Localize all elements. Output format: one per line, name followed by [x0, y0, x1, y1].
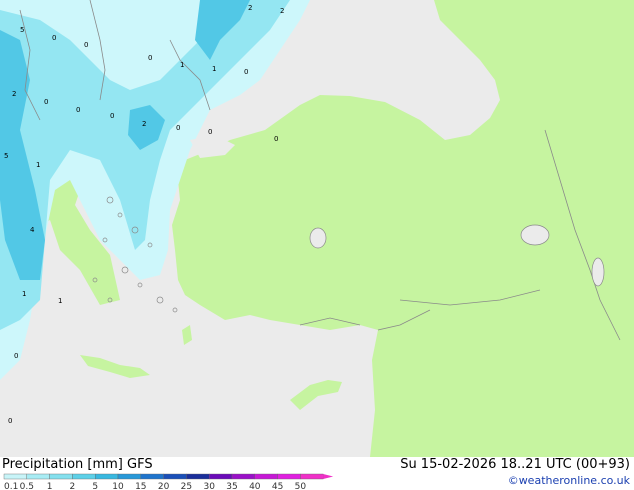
- legend-label: 20: [158, 482, 170, 490]
- legend-swatch: [117, 473, 141, 480]
- legend-swatch: [186, 473, 210, 480]
- precip-label: 1: [180, 61, 184, 69]
- lake-van: [520, 224, 550, 246]
- precip-label: 0: [208, 128, 212, 136]
- legend-swatch: [254, 473, 278, 480]
- legend-label: 25: [181, 482, 192, 490]
- precip-label: 2: [280, 7, 284, 15]
- precip-label: 2: [12, 90, 16, 98]
- precip-label: 1: [36, 161, 40, 169]
- legend-label: 40: [249, 482, 261, 490]
- precip-label: 2: [142, 120, 146, 128]
- legend-swatch: [3, 473, 27, 480]
- legend-label: 0.1: [4, 482, 18, 490]
- legend-label: 45: [272, 482, 283, 490]
- legend-arrow: [323, 474, 334, 479]
- precip-label: 1: [22, 290, 26, 298]
- precip-label: 0: [8, 417, 12, 425]
- precip-label: 0: [148, 54, 152, 62]
- precip-label: 0: [84, 41, 88, 49]
- legend-label: 10: [112, 482, 124, 490]
- legend-swatch: [140, 473, 164, 480]
- precip-label: 0: [14, 352, 18, 360]
- precip-label: 2: [248, 4, 252, 12]
- legend-label: 30: [203, 482, 215, 490]
- precip-label: 0: [110, 112, 114, 120]
- legend-swatch: [49, 473, 73, 480]
- precip-label: 4: [30, 226, 35, 234]
- legend-swatch: [26, 473, 50, 480]
- precipitation-map: 2 2 5 0 0 0 1 0 2 0 0 2 0 0 0 1 0 5 4 1 …: [0, 0, 634, 457]
- precip-label: 5: [20, 26, 24, 34]
- precip-label: 0: [176, 124, 180, 132]
- legend-label: 5: [92, 482, 98, 490]
- legend-label: 35: [226, 482, 237, 490]
- precip-label: 0: [44, 98, 48, 106]
- legend-swatch: [94, 473, 119, 480]
- precip-label: 0: [274, 135, 278, 143]
- legend-label: 50: [295, 482, 307, 490]
- legend-swatch: [277, 473, 301, 480]
- precipitation-legend: 0.1 0.5 1 2 5 10 15 20 25 30 35 40 45 50: [3, 473, 334, 490]
- legend-label: 0.5: [20, 482, 34, 490]
- legend-swatch: [163, 473, 187, 480]
- legend-swatch: [72, 473, 96, 480]
- legend-swatch: [208, 473, 233, 480]
- legend-swatch: [300, 473, 324, 480]
- legend-label: 1: [47, 482, 53, 490]
- precip-label: 1: [212, 65, 216, 73]
- precip-label: 0: [244, 68, 248, 76]
- precip-label: 0: [76, 106, 80, 114]
- legend-swatch: [231, 473, 255, 480]
- precip-label: 1: [58, 297, 62, 305]
- lake-tuz: [309, 227, 327, 249]
- lake-urmia: [591, 257, 605, 287]
- legend-label: 2: [70, 482, 76, 490]
- precip-label: 0: [52, 34, 56, 42]
- precip-label: 5: [4, 152, 8, 160]
- map-title: Precipitation [mm] GFS: [2, 457, 153, 472]
- legend-label: 15: [135, 482, 146, 490]
- forecast-datetime: Su 15-02-2026 18..21 UTC (00+93): [400, 457, 630, 472]
